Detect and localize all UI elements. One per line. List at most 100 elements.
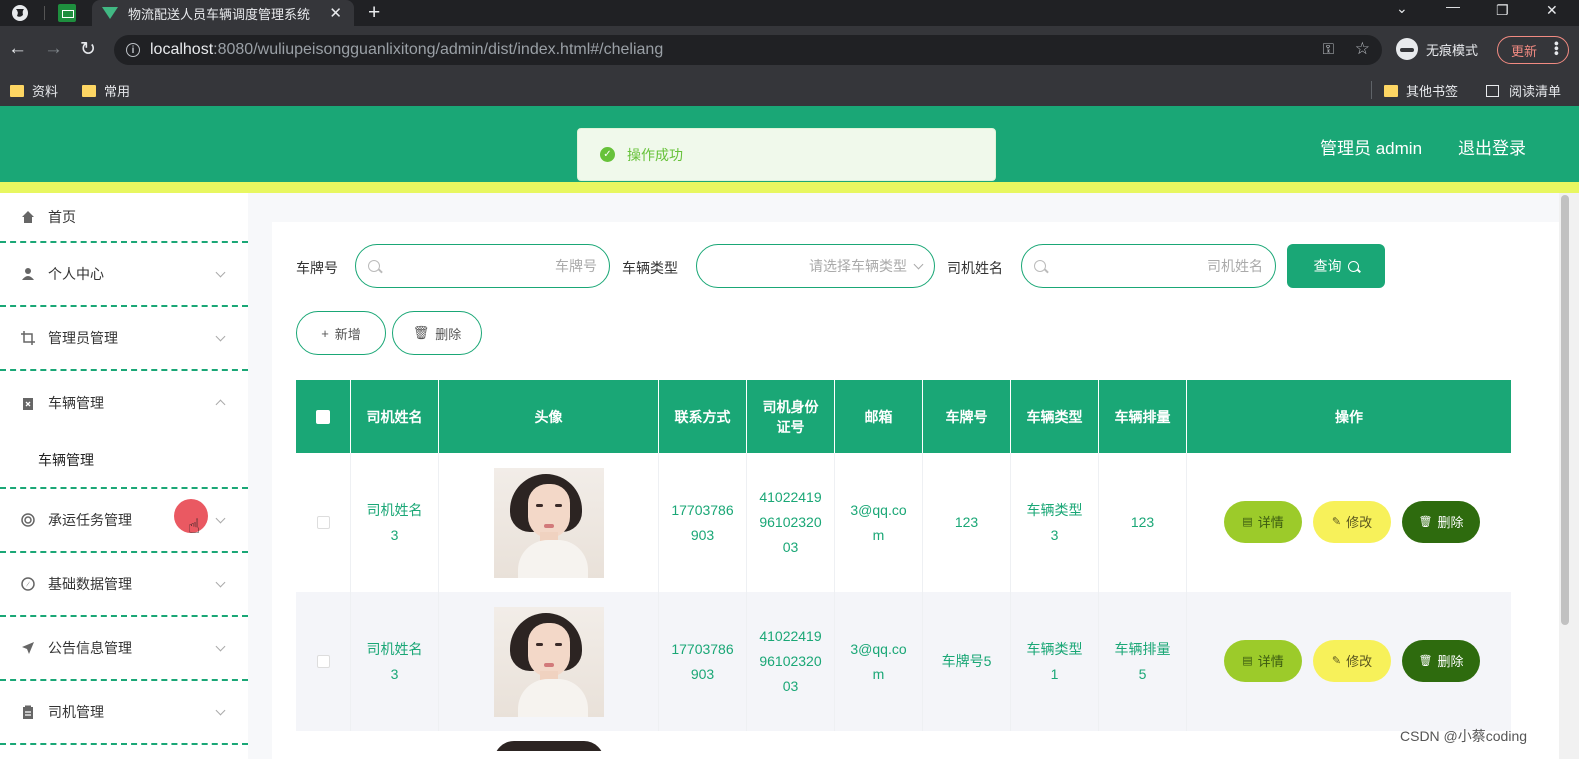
phone-cell: 17703786903: [659, 592, 747, 731]
sidebar: 首页 个人中心 管理员管理 车辆管理 车辆管理 承运任务管理 基础数据管理 公告…: [0, 193, 248, 759]
more-menu-icon[interactable]: •••: [1549, 41, 1565, 56]
select-all-cell: [296, 380, 351, 453]
tab-close-icon[interactable]: ✕: [329, 4, 342, 22]
new-tab-icon[interactable]: +: [368, 1, 380, 25]
folder-icon: [1384, 84, 1398, 97]
logout-link[interactable]: 退出登录: [1458, 134, 1526, 159]
bookmark-folder-other[interactable]: 其他书签: [1384, 81, 1458, 100]
edit-icon: ✎: [1331, 515, 1342, 528]
delete-button[interactable]: 🗑 删除: [1402, 640, 1480, 682]
target-icon: [20, 512, 36, 528]
edit-button[interactable]: ✎ 修改: [1313, 640, 1391, 682]
select-placeholder: 请选择车辆类型: [809, 258, 907, 274]
trash-icon: 🗑: [1418, 654, 1433, 667]
sidebar-item-vehicle[interactable]: 车辆管理: [0, 371, 248, 435]
bookmark-separator: [1371, 81, 1372, 99]
sidebar-item-driver[interactable]: 司机管理: [0, 681, 248, 745]
chevron-down-icon: [215, 641, 226, 652]
restore-icon[interactable]: ❐: [1496, 2, 1509, 19]
tab-divider: [44, 6, 45, 20]
vue-logo-icon: [102, 7, 118, 19]
search-icon: [1347, 260, 1359, 272]
driver-input[interactable]: [1046, 258, 1263, 274]
delete-button[interactable]: 🗑 删除: [1402, 501, 1480, 543]
row-checkbox-cell: [296, 453, 351, 592]
user-icon: [20, 266, 36, 282]
col-header: 车辆类型: [1011, 380, 1099, 453]
chevron-up-icon: [215, 399, 226, 410]
reading-list[interactable]: 阅读清单: [1486, 81, 1561, 100]
detail-button[interactable]: ▤ 详情: [1224, 501, 1302, 543]
sidebar-item-label: 公告信息管理: [48, 640, 132, 656]
document-icon: ▤: [1242, 654, 1253, 667]
reload-icon[interactable]: ↻: [80, 38, 96, 61]
pinned-sheet-tab-icon[interactable]: [58, 4, 76, 22]
avatar[interactable]: [493, 467, 604, 578]
add-button[interactable]: + 新增: [296, 311, 386, 355]
driver-search-input[interactable]: [1021, 244, 1276, 288]
table-row: 司机姓名3 17703786903 410224199610232003 3@q…: [296, 592, 1511, 731]
plate-input[interactable]: [380, 258, 597, 274]
toast-text: 操作成功: [627, 146, 683, 163]
driver-name-label: 司机姓名: [947, 260, 1003, 276]
sidebar-item-tasks[interactable]: 承运任务管理: [0, 489, 248, 553]
success-toast: ✓ 操作成功: [577, 128, 996, 181]
driver-cell: 司机姓名3: [351, 453, 439, 592]
window-close-icon[interactable]: ✕: [1546, 2, 1558, 19]
sidebar-item-basic-data[interactable]: 基础数据管理: [0, 553, 248, 617]
address-bar[interactable]: i localhost:8080/wuliupeisongguanlixiton…: [114, 35, 1382, 65]
vehicle-type-select[interactable]: 请选择车辆类型: [696, 244, 935, 288]
update-button[interactable]: 更新 •••: [1497, 36, 1569, 64]
globe-icon[interactable]: [10, 3, 30, 23]
email-cell: 3@qq.com: [835, 453, 923, 592]
chevron-down-icon: [913, 259, 924, 269]
incognito-indicator[interactable]: 无痕模式: [1396, 38, 1478, 60]
sidebar-item-label: 承运任务管理: [48, 512, 132, 528]
trash-icon: 🗑: [1418, 515, 1433, 528]
batch-delete-button[interactable]: 🗑 删除: [392, 311, 482, 355]
sidebar-item-label: 车辆管理: [48, 395, 104, 411]
detail-button[interactable]: ▤ 详情: [1224, 640, 1302, 682]
row-checkbox[interactable]: [316, 516, 330, 529]
watermark: CSDN @小蔡coding: [1400, 728, 1528, 744]
url-path: :8080/wuliupeisongguanlixitong/admin/dis…: [213, 41, 664, 58]
plus-icon: +: [321, 325, 329, 341]
select-all-checkbox[interactable]: [316, 409, 330, 424]
key-icon[interactable]: ⚿: [1323, 41, 1334, 58]
avatar[interactable]: [493, 606, 604, 717]
avatar[interactable]: [494, 741, 604, 751]
sidebar-item-personal[interactable]: 个人中心: [0, 243, 248, 307]
minimize-icon[interactable]: —: [1446, 0, 1460, 14]
clipboard-icon: [20, 704, 36, 720]
submenu-item-vehicle-management[interactable]: 车辆管理: [0, 435, 248, 485]
scrollbar-thumb[interactable]: [1561, 195, 1569, 625]
detail-label: 详情: [1257, 514, 1284, 530]
folder-icon: [82, 84, 96, 97]
bookmark-label: 其他书签: [1406, 84, 1459, 99]
tab-search-chevron-icon[interactable]: ⌄: [1396, 0, 1408, 17]
clipboard-x-icon: [20, 395, 36, 411]
bookmark-folder-ziliao[interactable]: 资料: [10, 81, 58, 100]
sidebar-item-admin[interactable]: 管理员管理: [0, 307, 248, 371]
active-tab[interactable]: 物流配送人员车辆调度管理系统 ✕: [92, 0, 354, 26]
plate-search-input[interactable]: [355, 244, 610, 288]
sidebar-item-notice[interactable]: 公告信息管理: [0, 617, 248, 681]
bookmark-folder-changyong[interactable]: 常用: [82, 81, 130, 100]
sidebar-item-home[interactable]: 首页: [0, 193, 248, 243]
table-header: 司机姓名 头像 联系方式 司机身份证号 邮箱 车牌号 车辆类型 车辆排量 操作: [296, 380, 1511, 453]
send-icon: [20, 640, 36, 656]
home-icon: [20, 209, 36, 225]
query-label: 查询: [1313, 258, 1342, 274]
bookmark-star-icon[interactable]: ☆: [1355, 39, 1370, 59]
displacement-cell: 123: [1099, 453, 1187, 592]
back-icon[interactable]: ←: [8, 38, 27, 60]
edit-icon: ✎: [1331, 654, 1342, 667]
edit-button[interactable]: ✎ 修改: [1313, 501, 1391, 543]
site-info-icon[interactable]: i: [126, 43, 140, 57]
col-header: 车辆排量: [1099, 380, 1187, 453]
check-circle-icon: ✓: [600, 147, 615, 162]
sidebar-item-label: 管理员管理: [48, 330, 118, 346]
query-button[interactable]: 查询: [1287, 244, 1385, 288]
row-checkbox[interactable]: [316, 655, 330, 668]
forward-icon[interactable]: →: [44, 38, 63, 60]
